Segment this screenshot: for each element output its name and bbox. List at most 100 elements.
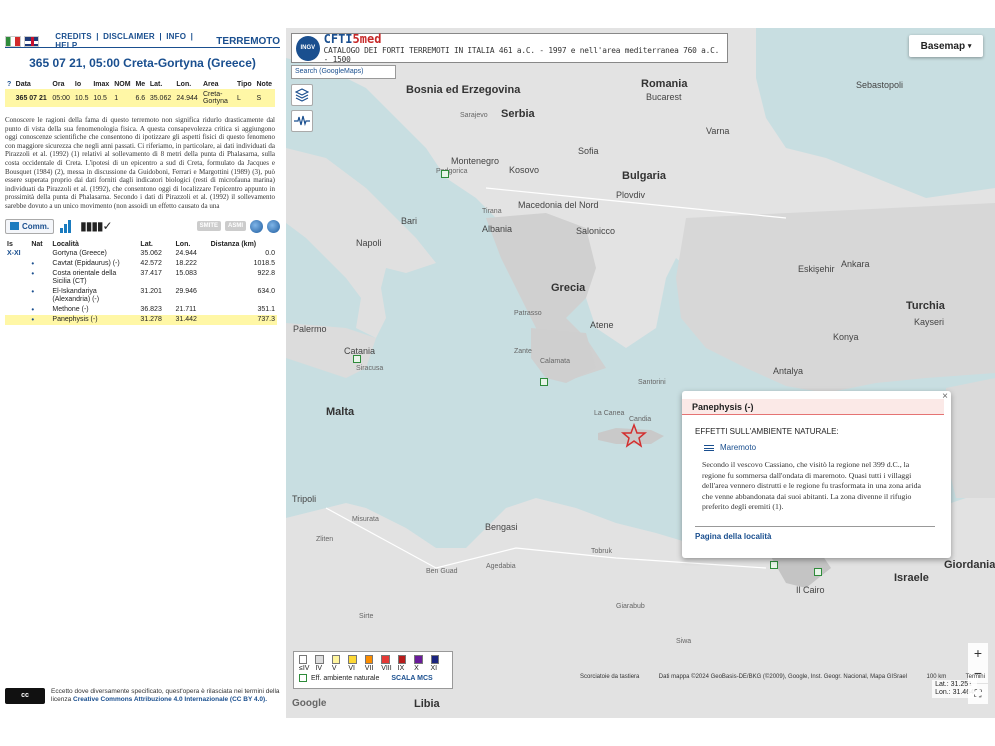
map-label: Bucarest (646, 92, 682, 102)
effects-marker-icon (299, 674, 307, 682)
fullscreen-icon: ⛶ (974, 688, 982, 700)
layers-icon (295, 88, 309, 102)
swatch (397, 655, 407, 664)
license-note: cc Eccetto dove diversamente specificato… (5, 688, 280, 704)
map-label: Napoli (356, 238, 382, 248)
help-link[interactable]: HELP (55, 41, 77, 50)
locality-row[interactable]: • El-Iskandariya (Alexandria) (-) 31.201… (5, 287, 277, 305)
popup-effect: Maremoto (704, 443, 756, 452)
map-label: Antalya (773, 366, 804, 376)
map-label: Serbia (501, 108, 535, 120)
map-label: Plovdiv (616, 190, 646, 200)
map-label: Tobruk (591, 548, 613, 555)
comm-button[interactable]: Comm. (5, 218, 55, 234)
locality-marker[interactable] (353, 355, 361, 363)
tool-row: Comm. ▮▮▮▮✓ SMITE ASMI (5, 216, 280, 236)
map-label: Palermo (293, 324, 327, 334)
intensity-swatches (299, 655, 447, 664)
map-label: Libia (414, 698, 440, 710)
map-label: Albania (482, 224, 513, 234)
locality-row[interactable]: X-XI Gortyna (Greece) 35.062 24.944 0.0 (5, 249, 277, 259)
people-icon[interactable]: ▮▮▮▮✓ (80, 219, 112, 233)
map-label: La Canea (594, 410, 625, 417)
map-label: Grecia (551, 282, 586, 294)
swatch (331, 655, 341, 664)
swatch (430, 655, 439, 664)
mcs-scale-link[interactable]: SCALA MCS (391, 675, 432, 682)
intensity-legend: ≤IV IV V VI VII VIII IX X XI Eff. ambien… (293, 651, 453, 689)
map-label: Varna (706, 126, 730, 136)
italian-flag-icon[interactable] (5, 35, 21, 47)
event-title: 365 07 21, 05:00 Creta-Gortyna (Greece) (29, 56, 256, 70)
map-label: Konya (833, 332, 859, 342)
localities-table: Is Nat Località Lat. Lon. Distanza (km) … (5, 240, 277, 325)
map-label: Montenegro (451, 156, 500, 166)
map-label: Il Cairo (796, 585, 825, 595)
map-label: Sebastopoli (856, 80, 904, 90)
map-label: Misurata (352, 516, 379, 523)
map-label: Romania (641, 78, 688, 90)
seismogram-button[interactable] (291, 110, 313, 132)
locality-marker[interactable] (770, 561, 778, 569)
google-maps-search[interactable]: Search (GoogleMaps) (291, 65, 396, 79)
fullscreen-button[interactable]: ⛶ (968, 684, 988, 704)
zoom-in-button[interactable]: + (968, 643, 988, 663)
map-label: Ankara (841, 259, 870, 269)
event-table-header: ? Data Ora Io Imax NOM Me Lat. Lon. Area… (5, 80, 273, 89)
locality-row-selected[interactable]: • Panephysis (-) 31.278 31.442 737.3 (5, 315, 277, 325)
locality-row[interactable]: • Cavtat (Epidaurus) (-) 42.572 18.222 1… (5, 259, 277, 269)
locality-marker-selected[interactable] (814, 568, 822, 576)
map-label: Agedabia (486, 563, 516, 570)
layers-button[interactable] (291, 84, 313, 106)
catalog-title: CFTI5med (323, 32, 382, 46)
map-label: Bosnia ed Erzegovina (406, 84, 521, 96)
swatch (299, 655, 308, 664)
locality-row[interactable]: • Costa orientale della Sicilia (CT) 37.… (5, 269, 277, 287)
ingv-logo[interactable]: INGV (296, 35, 320, 61)
event-table: ? Data Ora Io Imax NOM Me Lat. Lon. Area… (5, 80, 275, 107)
english-flag-icon[interactable] (23, 35, 40, 47)
keyboard-shortcuts-link[interactable]: Scorciatoie da tastiera (580, 674, 639, 684)
credits-link[interactable]: CREDITS (55, 32, 92, 41)
popup-section-title: EFFETTI SULL'AMBIENTE NATURALE: (695, 427, 839, 436)
map-label: Santorini (638, 379, 666, 386)
license-link[interactable]: Creative Commons Attribuzione 4.0 Intern… (73, 696, 267, 703)
popup-text: Secondo il vescovo Cassiano, che visitò … (702, 460, 921, 511)
brand-title: TERREMOTO (216, 35, 281, 47)
map-label: Siracusa (356, 365, 384, 372)
map-label: Giarabub (616, 603, 645, 610)
scale-bar: 100 km (926, 674, 947, 680)
basemap-selector[interactable]: Basemap ▾ (909, 35, 983, 57)
localities-header: Is Nat Località Lat. Lon. Distanza (km) (7, 241, 257, 248)
map-label: Kayseri (914, 317, 945, 327)
locality-row[interactable]: • Methone (-) 36.823 21.711 351.1 (5, 305, 277, 315)
locality-marker[interactable] (441, 170, 449, 178)
info-link[interactable]: INFO (166, 32, 186, 41)
smite-logo[interactable]: SMITE (196, 221, 221, 231)
comm-icon (10, 222, 19, 230)
globe-icon[interactable] (267, 219, 280, 233)
map-label: Zliten (316, 536, 334, 543)
map-label: Israele (894, 572, 929, 584)
left-panel: CREDITS | DISCLAIMER | INFO | HELP TERRE… (0, 28, 285, 718)
intensity-labels: ≤IV IV V VI VII VIII IX X XI (299, 665, 438, 672)
swatch (381, 655, 390, 664)
disclaimer-link[interactable]: DISCLAIMER (103, 32, 155, 41)
cc-license-icon[interactable]: cc (5, 688, 45, 704)
map-label: Salonicco (576, 226, 616, 236)
histogram-icon[interactable] (60, 219, 72, 233)
map-label: Sofia (578, 146, 599, 156)
map-basemap (286, 28, 995, 718)
catalog-header: INGV CFTI5med CATALOGO DEI FORTI TERREMO… (291, 32, 728, 64)
asmi-logo[interactable]: ASMI (225, 221, 246, 231)
help-icon[interactable]: ? (5, 80, 14, 89)
terms-link[interactable]: Termini (966, 674, 985, 684)
kml-icon[interactable] (250, 219, 263, 233)
locality-page-link[interactable]: Pagina della località (695, 532, 771, 541)
locality-marker[interactable] (540, 378, 548, 386)
map-view[interactable]: Bosnia ed Erzegovina Serbia Romania Buca… (286, 28, 995, 718)
map-label: Bengasi (485, 522, 518, 532)
map-label: Tripoli (292, 494, 317, 504)
map-label: Malta (326, 406, 355, 418)
wave-icon (704, 444, 714, 451)
